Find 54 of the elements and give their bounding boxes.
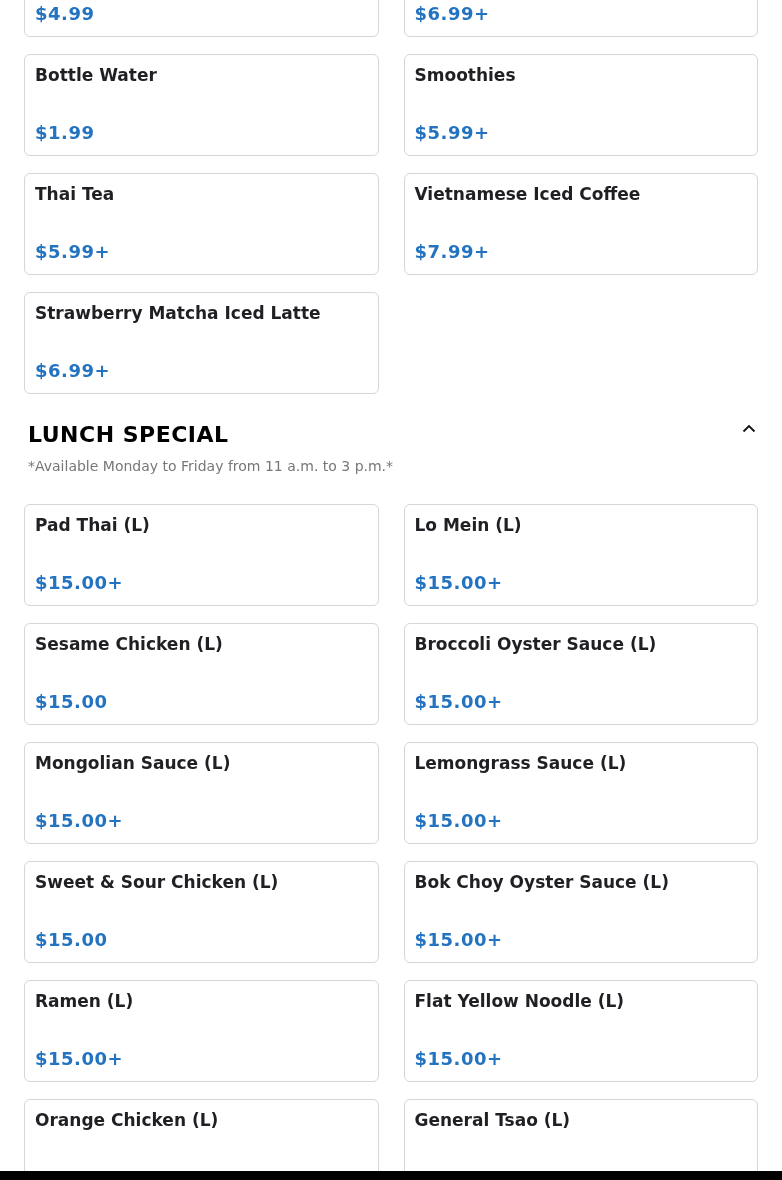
item-price: $15.00+ — [35, 572, 125, 593]
item-name: Lemongrass Sauce (L) — [414, 753, 628, 773]
item-price: $15.00+ — [414, 929, 504, 950]
menu-item-card[interactable]: Vietnamese Iced Coffee $7.99+ — [403, 173, 758, 275]
item-price: $6.99+ — [414, 3, 491, 24]
item-name: Flat Yellow Noodle (L) — [414, 991, 626, 1011]
item-price: $15.00+ — [35, 810, 125, 831]
menu-item-card[interactable]: Lo Mein (L) $15.00+ — [403, 504, 758, 606]
item-name: Pad Thai (L) — [35, 515, 151, 535]
item-name: Mongolian Sauce (L) — [35, 753, 232, 773]
item-name: Orange Chicken (L) — [35, 1110, 220, 1130]
item-price: $15.00+ — [414, 810, 504, 831]
item-name: Broccoli Oyster Sauce (L) — [414, 634, 658, 654]
menu-item-card[interactable]: Ramen (L) $15.00+ — [24, 980, 379, 1082]
menu-item-card[interactable]: Smoothies $5.99+ — [403, 54, 758, 156]
item-name: Bottle Water — [35, 65, 158, 85]
menu-item-card[interactable]: Mongolian Sauce (L) $15.00+ — [24, 742, 379, 844]
item-name: Bok Choy Oyster Sauce (L) — [414, 872, 670, 892]
menu-item-card[interactable]: Thai Tea $5.99+ — [24, 173, 379, 275]
item-name: General Tsao (L) — [414, 1110, 572, 1130]
menu-item-card[interactable]: Sesame Chicken (L) $15.00 — [24, 623, 379, 725]
menu-item-card[interactable]: Bok Choy Oyster Sauce (L) $15.00+ — [403, 861, 758, 963]
item-price: $7.99+ — [414, 241, 491, 262]
item-price: $15.00 — [35, 691, 109, 712]
item-name: Sweet & Sour Chicken (L) — [35, 872, 280, 892]
item-price: $4.99 — [35, 3, 96, 24]
item-name: Vietnamese Iced Coffee — [414, 184, 642, 204]
menu-item-card[interactable]: Flat Yellow Noodle (L) $15.00+ — [403, 980, 758, 1082]
item-price: $5.99+ — [35, 241, 112, 262]
item-price: $1.99 — [35, 122, 96, 143]
item-name: Strawberry Matcha Iced Latte — [35, 303, 322, 323]
item-price: $15.00 — [35, 929, 109, 950]
menu-item-card[interactable]: $6.99+ — [403, 0, 758, 37]
item-name: Smoothies — [414, 65, 517, 85]
item-name: Thai Tea — [35, 184, 116, 204]
item-name: Lo Mein (L) — [414, 515, 523, 535]
item-name: Sesame Chicken (L) — [35, 634, 224, 654]
menu-item-card[interactable]: Pad Thai (L) $15.00+ — [24, 504, 379, 606]
item-price: $15.00+ — [35, 1048, 125, 1069]
item-price: $15.00+ — [414, 572, 504, 593]
item-price: $6.99+ — [35, 360, 112, 381]
section-title: LUNCH SPECIAL — [28, 422, 229, 447]
item-price: $5.99+ — [414, 122, 491, 143]
menu-item-card[interactable]: Bottle Water $1.99 — [24, 54, 379, 156]
menu-item-card[interactable]: $4.99 — [24, 0, 379, 37]
item-name: Ramen (L) — [35, 991, 135, 1011]
chevron-icon[interactable] — [742, 424, 756, 433]
menu-item-card[interactable]: Strawberry Matcha Iced Latte $6.99+ — [24, 292, 379, 394]
menu-item-card[interactable]: Lemongrass Sauce (L) $15.00+ — [403, 742, 758, 844]
section-note: *Available Monday to Friday from 11 a.m. to 3 p.m.* — [28, 458, 395, 474]
menu-item-card[interactable]: Sweet & Sour Chicken (L) $15.00 — [24, 861, 379, 963]
item-price: $15.00+ — [414, 691, 504, 712]
menu-item-card[interactable]: Broccoli Oyster Sauce (L) $15.00+ — [403, 623, 758, 725]
item-price: $15.00+ — [414, 1048, 504, 1069]
